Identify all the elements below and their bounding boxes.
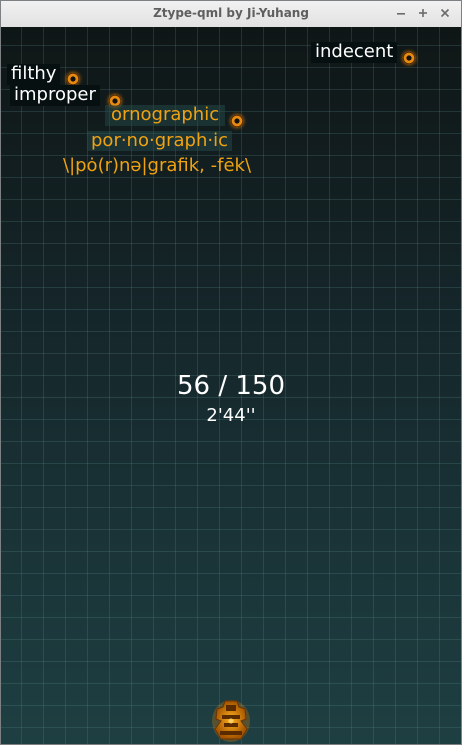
minimize-button[interactable] xyxy=(393,5,409,21)
app-window: Ztype-qml by Ji-Yuhang indecent filthy i… xyxy=(0,0,462,745)
window-title: Ztype-qml by Ji-Yuhang xyxy=(153,6,309,20)
close-icon xyxy=(440,8,450,18)
elapsed-timer: 2'44'' xyxy=(206,405,256,426)
enemy-ship-icon xyxy=(231,115,243,127)
minimize-icon xyxy=(397,13,405,15)
maximize-button[interactable] xyxy=(415,5,431,21)
word-pronunciation: \|pȯ(r)nə|grafik, -fēk\ xyxy=(63,155,252,176)
player-ship-icon xyxy=(212,700,250,742)
window-controls xyxy=(393,5,453,21)
maximize-icon xyxy=(419,9,427,17)
falling-word: indecent xyxy=(311,42,398,63)
target-word: ornographic xyxy=(105,105,226,126)
enemy-ship-icon xyxy=(403,52,415,64)
falling-word: filthy xyxy=(7,64,61,85)
word-syllables: por·no·graph·ic xyxy=(87,131,233,151)
score-counter: 56 / 150 xyxy=(177,371,285,401)
close-button[interactable] xyxy=(437,5,453,21)
falling-word: improper xyxy=(10,85,100,106)
game-area[interactable]: indecent filthy improper ornographic por… xyxy=(1,27,461,744)
title-bar: Ztype-qml by Ji-Yuhang xyxy=(1,1,461,28)
